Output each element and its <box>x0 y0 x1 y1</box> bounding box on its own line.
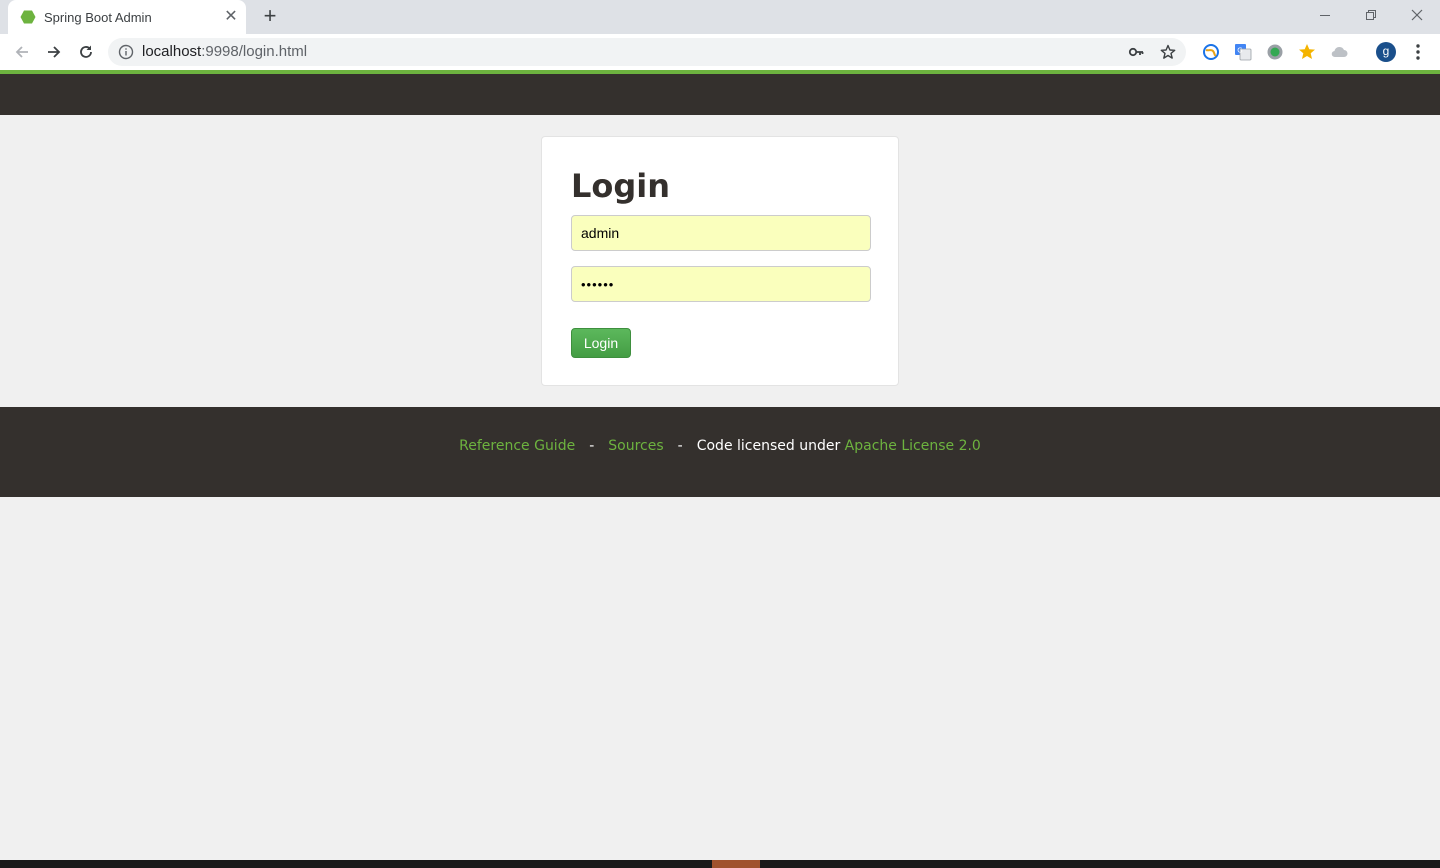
profile-avatar[interactable]: g <box>1376 42 1396 62</box>
info-icon[interactable] <box>118 44 134 60</box>
footer-links: Reference Guide - Sources - Code licensed un… <box>0 438 1440 454</box>
forward-arrow-icon[interactable] <box>42 40 66 64</box>
password-input[interactable] <box>571 266 871 302</box>
more-vert-icon[interactable] <box>1410 42 1426 62</box>
window-close-icon[interactable] <box>1394 0 1440 30</box>
reload-icon[interactable] <box>74 40 98 64</box>
translate-icon[interactable]: G <box>1234 43 1252 61</box>
apache-license-link[interactable]: Apache License 2.0 <box>845 438 981 454</box>
login-button[interactable]: Login <box>571 328 631 358</box>
key-icon[interactable] <box>1128 44 1144 60</box>
footer-separator: - <box>589 438 595 454</box>
url-path: :9998/login.html <box>201 43 308 60</box>
browser-toolbar: localhost:9998/login.html G g <box>0 34 1440 70</box>
extension-globe-icon[interactable] <box>1202 43 1220 61</box>
minimize-icon[interactable] <box>1302 0 1348 30</box>
license-text: Code licensed under <box>696 438 845 454</box>
url-host: localhost <box>142 43 202 60</box>
taskbar-app-item[interactable] <box>712 860 760 868</box>
sources-link[interactable]: Sources <box>608 438 663 454</box>
address-bar[interactable]: localhost:9998/login.html <box>108 38 1186 66</box>
svg-text:G: G <box>1237 47 1242 55</box>
extension-cloud-icon[interactable] <box>1330 43 1348 61</box>
url-text: localhost:9998/login.html <box>142 44 307 60</box>
extension-record-icon[interactable] <box>1266 43 1284 61</box>
browser-tab-active[interactable]: Spring Boot Admin ✕ <box>8 0 246 34</box>
username-input[interactable] <box>571 215 871 251</box>
back-arrow-icon[interactable] <box>10 40 34 64</box>
new-tab-button[interactable]: + <box>259 5 281 28</box>
spring-hexagon-icon <box>20 10 36 24</box>
tab-title: Spring Boot Admin <box>44 10 152 25</box>
login-heading: Login <box>571 167 671 205</box>
login-panel: Login Login <box>541 136 899 386</box>
os-taskbar <box>0 860 1440 868</box>
tab-close-icon[interactable]: ✕ <box>222 8 240 26</box>
browser-tab-strip: Spring Boot Admin ✕ + <box>0 0 1440 34</box>
top-navbar <box>0 74 1440 115</box>
reference-guide-link[interactable]: Reference Guide <box>459 438 575 454</box>
restore-icon[interactable] <box>1348 0 1394 30</box>
footer-separator: - <box>677 438 683 454</box>
star-icon[interactable] <box>1160 44 1176 60</box>
extension-star-icon[interactable] <box>1298 43 1316 61</box>
page-footer: Reference Guide - Sources - Code licensed un… <box>0 407 1440 497</box>
